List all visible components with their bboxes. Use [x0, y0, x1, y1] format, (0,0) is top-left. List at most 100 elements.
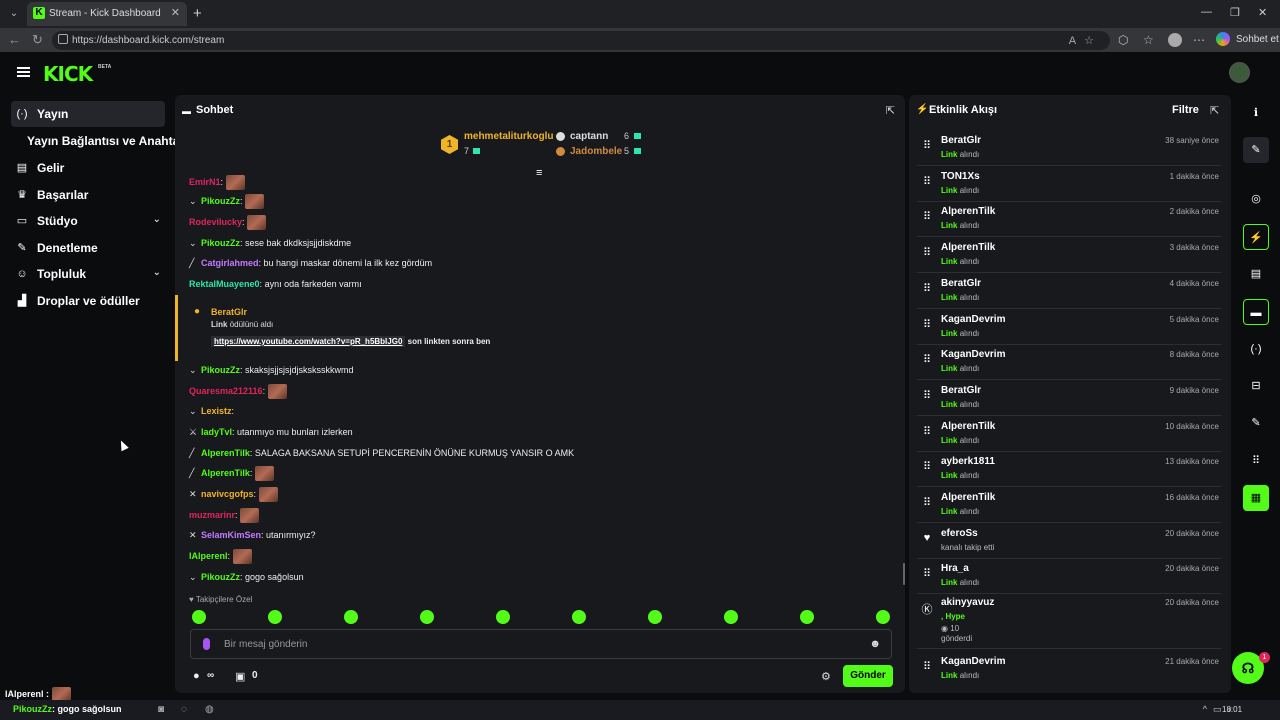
- chat-username[interactable]: Catgirlahmed: [201, 258, 259, 268]
- activity-item[interactable]: ⠿ AlperenTilk Link alındı 3 dakika önce: [917, 237, 1221, 274]
- points-icon[interactable]: ●: [193, 670, 200, 682]
- maximize-icon[interactable]: ❐: [1230, 6, 1240, 19]
- activity-item[interactable]: ⠿ KaganDevrim Link alındı 21 dakika önce: [917, 651, 1221, 687]
- sidebar-item-studio[interactable]: ▭ Stüdyo ⌄: [11, 208, 165, 234]
- wrench-icon[interactable]: ✎: [1243, 410, 1269, 436]
- activity-item[interactable]: ⠿ AlperenTilk Link alındı 2 dakika önce: [917, 201, 1221, 238]
- reload-icon[interactable]: ↻: [32, 32, 43, 48]
- chat-username[interactable]: SelamKimSen: [201, 530, 261, 540]
- activity-user[interactable]: AlperenTilk: [941, 492, 995, 503]
- activity-user[interactable]: TON1Xs: [941, 171, 980, 182]
- activity-user[interactable]: AlperenTilk: [941, 242, 995, 253]
- chat-scrollbar[interactable]: [903, 563, 905, 585]
- activity-user[interactable]: KaganDevrim: [941, 314, 1005, 325]
- leaderboard-first-name[interactable]: mehmetaliturkoglu: [464, 131, 553, 142]
- emote-icon[interactable]: [800, 610, 814, 624]
- layout-icon[interactable]: ⊟: [1243, 373, 1269, 399]
- leaderboard-second-name[interactable]: captann: [570, 131, 608, 142]
- gift-icon[interactable]: ▣: [235, 670, 245, 683]
- chat-username[interactable]: PikouzZz: [201, 365, 240, 375]
- minimize-icon[interactable]: —: [1201, 6, 1212, 18]
- chat-icon[interactable]: ▬: [1243, 299, 1269, 325]
- activity-user[interactable]: akinyyavuz: [941, 597, 994, 608]
- broadcast-icon[interactable]: (·): [1243, 336, 1269, 362]
- preview-icon[interactable]: ◎: [1243, 186, 1269, 212]
- chat-username[interactable]: lAlperenl: [189, 551, 228, 561]
- chat-username[interactable]: Quaresma212116: [189, 386, 263, 396]
- close-tab-icon[interactable]: ✕: [171, 6, 180, 19]
- redeem-icon[interactable]: ⠿: [1243, 448, 1269, 474]
- activity-item[interactable]: ⠿ KaganDevrim Link alındı 5 dakika önce: [917, 309, 1221, 345]
- activity-item[interactable]: ⠿ KaganDevrim Link alındı 8 dakika önce: [917, 344, 1221, 381]
- close-window-icon[interactable]: ✕: [1258, 6, 1267, 19]
- url-field[interactable]: https://dashboard.kick.com/stream A☆: [52, 31, 1110, 50]
- emoji-icon[interactable]: ☻: [869, 638, 881, 650]
- activity-user[interactable]: KaganDevrim: [941, 349, 1005, 360]
- chat-input[interactable]: Bir mesaj gönderin ☻: [190, 629, 892, 659]
- chat-username[interactable]: RektalMuayene0: [189, 279, 260, 289]
- sidebar-item-achievements[interactable]: ♛ Başarılar: [11, 182, 165, 208]
- activity-user[interactable]: eferoSs: [941, 528, 978, 539]
- back-icon[interactable]: ←: [8, 32, 21, 47]
- emote-icon[interactable]: [420, 610, 434, 624]
- microphone-icon[interactable]: [203, 638, 210, 650]
- favorites-icon[interactable]: ☆: [1143, 33, 1154, 47]
- chat-username[interactable]: Rodevilucky: [189, 217, 242, 227]
- sidebar-item-drops[interactable]: ▟ Droplar ve ödüller: [11, 288, 165, 314]
- activity-user[interactable]: Hra_a: [941, 563, 969, 574]
- activity-item[interactable]: ⠿ BeratGlr Link alındı 4 dakika önce: [917, 273, 1221, 309]
- steam-icon[interactable]: ◍: [205, 704, 214, 715]
- emote-icon[interactable]: [724, 610, 738, 624]
- activity-item[interactable]: ⠿ Hra_a Link alındı 20 dakika önce: [917, 558, 1221, 595]
- leaderboard-third-name[interactable]: Jadombele: [570, 146, 622, 157]
- url-actions-icon[interactable]: A☆: [1069, 34, 1102, 47]
- activity-item[interactable]: ♥ eferoSs kanalı takip etti 20 dakika önce: [917, 523, 1221, 559]
- activity-user[interactable]: AlperenTilk: [941, 421, 995, 432]
- chat-username[interactable]: AlperenTilk: [201, 468, 250, 478]
- activity-item[interactable]: ⠿ AlperenTilk Link alındı 16 dakika önce: [917, 487, 1221, 523]
- chat-username[interactable]: AlperenTilk: [201, 448, 250, 458]
- edit-icon[interactable]: ✎: [1243, 137, 1269, 163]
- activity-user[interactable]: ayberk1811: [941, 456, 995, 467]
- sidebar-item-moderation[interactable]: ✎ Denetleme: [11, 235, 165, 261]
- site-info-icon[interactable]: [58, 34, 68, 44]
- popout-icon[interactable]: ⇱: [1210, 104, 1219, 117]
- browser-tab[interactable]: K Stream - Kick Dashboard ✕: [27, 2, 187, 26]
- app-icon[interactable]: ◌: [181, 704, 187, 715]
- copilot-label[interactable]: Sohbet et: [1236, 34, 1279, 45]
- filter-button[interactable]: Filtre: [1172, 104, 1199, 116]
- notes-icon[interactable]: ▤: [1243, 261, 1269, 287]
- menu-icon[interactable]: [17, 67, 30, 77]
- chat-username[interactable]: Lexistz: [201, 406, 232, 416]
- youtube-link[interactable]: https://www.youtube.com/watch?v=pR_h5BbI…: [211, 336, 406, 347]
- sidebar-item-stream[interactable]: (·) Yayın: [11, 101, 165, 127]
- emote-icon[interactable]: [496, 610, 510, 624]
- kick-logo[interactable]: KICK: [43, 62, 93, 86]
- new-tab-icon[interactable]: +: [193, 5, 202, 22]
- emote-icon[interactable]: [648, 610, 662, 624]
- activity-user[interactable]: BeratGlr: [941, 278, 981, 289]
- filter-icon[interactable]: ≡: [536, 167, 542, 179]
- activity-user[interactable]: BeratGlr: [941, 385, 981, 396]
- emote-icon[interactable]: [572, 610, 586, 624]
- user-avatar[interactable]: [1229, 62, 1250, 83]
- chat-username[interactable]: muzmarinr: [189, 510, 235, 520]
- chat-username[interactable]: PikouzZz: [201, 238, 240, 248]
- activity-item[interactable]: Ⓚ akinyyavuz , Hype ◉ 10 gönderdi 20 dak…: [917, 592, 1221, 649]
- emote-icon[interactable]: [344, 610, 358, 624]
- extensions-icon[interactable]: ⬡: [1118, 33, 1128, 47]
- profile-avatar[interactable]: [1168, 33, 1182, 47]
- clapperboard-icon[interactable]: ▦: [1243, 485, 1269, 511]
- gear-icon[interactable]: ⚙: [821, 670, 831, 683]
- activity-user[interactable]: KaganDevrim: [941, 656, 1005, 667]
- activity-user[interactable]: AlperenTilk: [941, 206, 995, 217]
- activity-item[interactable]: ⠿ BeratGlr Link alındı 38 saniye önce: [917, 130, 1221, 166]
- chat-username[interactable]: PikouzZz: [201, 572, 240, 582]
- send-button[interactable]: Gönder: [843, 665, 893, 687]
- emote-icon[interactable]: [876, 610, 890, 624]
- discord-icon[interactable]: ◙: [158, 704, 164, 715]
- sidebar-item-community[interactable]: ☺ Topluluk ⌄: [11, 261, 165, 287]
- emote-icon[interactable]: [192, 610, 206, 624]
- chat-username[interactable]: navivcgofps: [201, 489, 254, 499]
- info-icon[interactable]: ℹ: [1243, 100, 1269, 126]
